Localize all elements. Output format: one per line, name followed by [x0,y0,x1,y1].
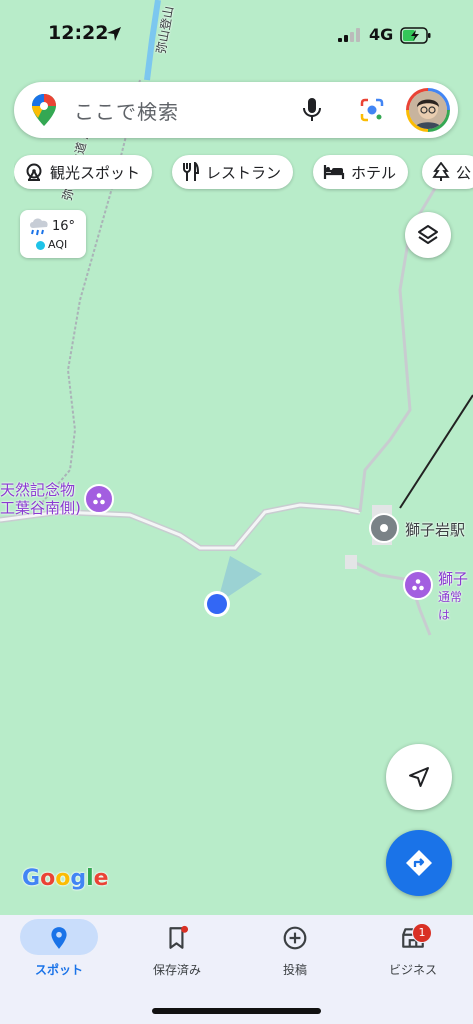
category-chips: 観光スポット レストラン ホテル 公 [14,153,473,193]
chip-park-label: 公 [456,163,472,182]
chip-park[interactable]: 公 [422,155,473,189]
landmark-icon [93,493,105,505]
monument-label-line2: 工葉谷南側) [0,499,81,517]
chip-hotel[interactable]: ホテル [313,155,409,189]
layers-icon [418,225,438,244]
network-type: 4G [369,25,394,44]
directions-icon [406,850,432,876]
ferris-wheel-icon [26,163,42,181]
monument-label-line1: 天然記念物 [0,481,76,499]
chip-hotel-label: ホテル [351,163,397,182]
navigation-arrow-icon [409,767,429,787]
add-circle-icon [283,926,307,950]
chip-restaurant[interactable]: レストラン [172,155,294,189]
profile-avatar[interactable] [406,88,450,132]
rain-cloud-icon [30,218,48,236]
chip-sightseeing[interactable]: 観光スポット [14,155,153,189]
chip-restaurant-label: レストラン [206,163,282,182]
aqi-label: AQI [48,238,68,251]
location-arrow-icon [107,27,121,41]
nav-saved-label: 保存済み [152,963,201,977]
signal-icon [338,28,360,42]
nav-explore-label: スポット [34,963,83,977]
weather-temp: 16° [52,219,76,234]
status-time: 12:22 [48,22,109,44]
right-poi-marker[interactable] [403,570,433,600]
search-bar[interactable]: ここで検索 [14,82,458,138]
battery-charging-icon [400,27,431,44]
right-poi-label-line1: 獅子 [438,570,469,588]
google-logo: Google [22,866,109,891]
nav-saved[interactable]: 保存済み [118,915,236,995]
station-marker[interactable] [369,513,399,543]
google-lens-icon[interactable] [358,96,386,124]
my-location-button[interactable] [386,744,452,810]
landmark-icon [412,579,424,591]
fork-knife-icon [183,162,200,181]
aqi-indicator [36,241,45,250]
weather-card[interactable]: 16° AQI [20,210,86,258]
avatar-photo [409,91,447,129]
chip-sightseeing-label: 観光スポット [50,163,141,182]
right-poi-label-line2: 通常は [438,590,463,622]
location-pin-icon [51,927,67,949]
nav-contribute-label: 投稿 [282,963,307,977]
nav-contribute[interactable]: 投稿 [236,915,354,995]
nav-business-label: ビジネス [388,963,437,977]
nav-explore[interactable]: スポット [0,915,118,995]
monument-poi-marker[interactable] [84,484,114,514]
bookmark-icon [169,925,189,949]
home-indicator [152,1008,321,1014]
monument-label[interactable]: 天然記念物 工葉谷南側) [0,481,81,517]
tree-icon [432,162,450,181]
nav-business[interactable]: 1 ビジネス [354,915,472,995]
status-bar: 12:22 4G [0,18,473,54]
layers-button[interactable] [405,212,451,258]
google-maps-pin-icon [32,94,56,126]
business-notification-badge: 1 [412,923,432,943]
bed-icon [323,165,345,179]
microphone-icon[interactable] [302,96,322,124]
station-label[interactable]: 獅子岩駅 [405,519,465,540]
directions-button[interactable] [386,830,452,896]
right-poi-label[interactable]: 獅子 通常は [438,570,473,624]
search-placeholder[interactable]: ここで検索 [74,96,179,125]
station-icon [380,524,388,532]
